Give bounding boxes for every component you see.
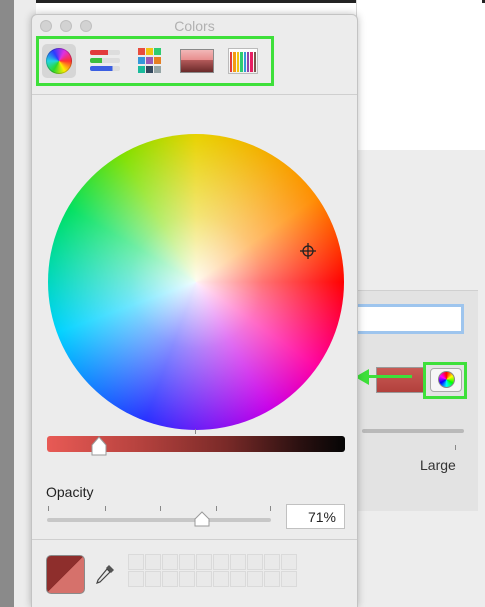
empty-swatch[interactable] bbox=[179, 571, 195, 587]
empty-swatch[interactable] bbox=[281, 571, 297, 587]
opacity-tick bbox=[216, 506, 217, 511]
brightness-slider-tick bbox=[195, 429, 196, 434]
empty-swatch[interactable] bbox=[230, 554, 246, 570]
empty-swatch[interactable] bbox=[145, 554, 161, 570]
empty-swatch[interactable] bbox=[162, 571, 178, 587]
empty-swatch[interactable] bbox=[247, 554, 263, 570]
background-text-area[interactable] bbox=[356, 0, 482, 151]
panel-title: Colors bbox=[174, 18, 215, 34]
empty-swatch[interactable] bbox=[247, 571, 263, 587]
favorite-swatches[interactable] bbox=[128, 554, 297, 587]
size-slider-tick bbox=[455, 445, 456, 450]
empty-swatch[interactable] bbox=[162, 554, 178, 570]
empty-swatch[interactable] bbox=[230, 571, 246, 587]
current-color-swatch[interactable] bbox=[46, 555, 85, 594]
opacity-label: Opacity bbox=[46, 484, 94, 500]
eyedropper-icon[interactable] bbox=[94, 563, 116, 587]
empty-swatch[interactable] bbox=[128, 554, 144, 570]
opacity-slider[interactable] bbox=[47, 518, 271, 522]
opacity-slider-thumb[interactable] bbox=[194, 511, 210, 527]
empty-swatch[interactable] bbox=[196, 571, 212, 587]
empty-swatch[interactable] bbox=[264, 554, 280, 570]
color-well[interactable] bbox=[376, 367, 424, 393]
size-slider[interactable] bbox=[362, 429, 464, 433]
color-wheel[interactable] bbox=[48, 134, 344, 430]
empty-swatch[interactable] bbox=[213, 554, 229, 570]
divider bbox=[32, 539, 357, 540]
opacity-tick bbox=[105, 506, 106, 511]
empty-swatch[interactable] bbox=[196, 554, 212, 570]
inspector-text-field[interactable] bbox=[358, 304, 464, 334]
background-window-edge bbox=[0, 0, 14, 607]
divider bbox=[32, 94, 357, 95]
annotation-arrow-shaft bbox=[368, 375, 412, 378]
colors-panel: Colors Opacity 71% bbox=[31, 14, 358, 607]
opacity-field[interactable]: 71% bbox=[286, 504, 345, 529]
empty-swatch[interactable] bbox=[213, 571, 229, 587]
empty-swatch[interactable] bbox=[145, 571, 161, 587]
size-large-label: Large bbox=[420, 457, 456, 473]
highlight-box-colors-button bbox=[423, 362, 467, 399]
empty-swatch[interactable] bbox=[264, 571, 280, 587]
title-bar[interactable]: Colors bbox=[32, 15, 357, 37]
empty-swatch[interactable] bbox=[179, 554, 195, 570]
opacity-tick bbox=[270, 506, 271, 511]
wheel-cursor[interactable] bbox=[300, 243, 316, 259]
opacity-tick bbox=[160, 506, 161, 511]
highlight-box-toolbar bbox=[36, 36, 274, 86]
opacity-tick bbox=[48, 506, 49, 511]
empty-swatch[interactable] bbox=[281, 554, 297, 570]
empty-swatch[interactable] bbox=[128, 571, 144, 587]
